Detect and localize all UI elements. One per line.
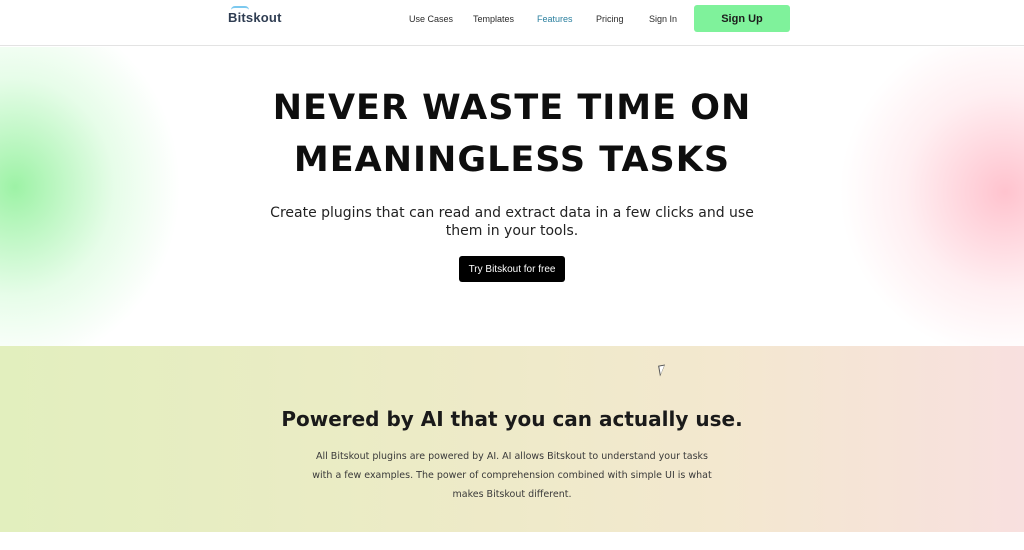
brand-logo[interactable]: Bitskout xyxy=(228,10,282,25)
try-free-button[interactable]: Try Bitskout for free xyxy=(459,256,565,282)
hero-title-line-2: MEANINGLESS TASKS xyxy=(293,140,731,180)
ai-section: Powered by AI that you can actually use.… xyxy=(0,346,1024,532)
hero-subtitle: Create plugins that can read and extract… xyxy=(270,205,754,239)
sign-up-button[interactable]: Sign Up xyxy=(694,5,790,32)
nav-link-use-cases[interactable]: Use Cases xyxy=(409,14,453,24)
nav-link-features[interactable]: Features xyxy=(537,14,573,24)
ai-section-text: All Bitskout plugins are powered by AI. … xyxy=(312,451,712,500)
hero-title: NEVER WASTE TIME ON MEANINGLESS TASKS xyxy=(0,82,1024,186)
top-navbar: Bitskout Use Cases Templates Features Pr… xyxy=(0,0,1024,46)
hero-section: NEVER WASTE TIME ON MEANINGLESS TASKS Cr… xyxy=(0,47,1024,346)
nav-link-pricing[interactable]: Pricing xyxy=(596,14,624,24)
nav-link-templates[interactable]: Templates xyxy=(473,14,514,24)
hero-title-line-1: NEVER WASTE TIME ON xyxy=(272,88,752,128)
nav-link-sign-in[interactable]: Sign In xyxy=(649,14,677,24)
ai-section-title: Powered by AI that you can actually use. xyxy=(281,407,743,431)
